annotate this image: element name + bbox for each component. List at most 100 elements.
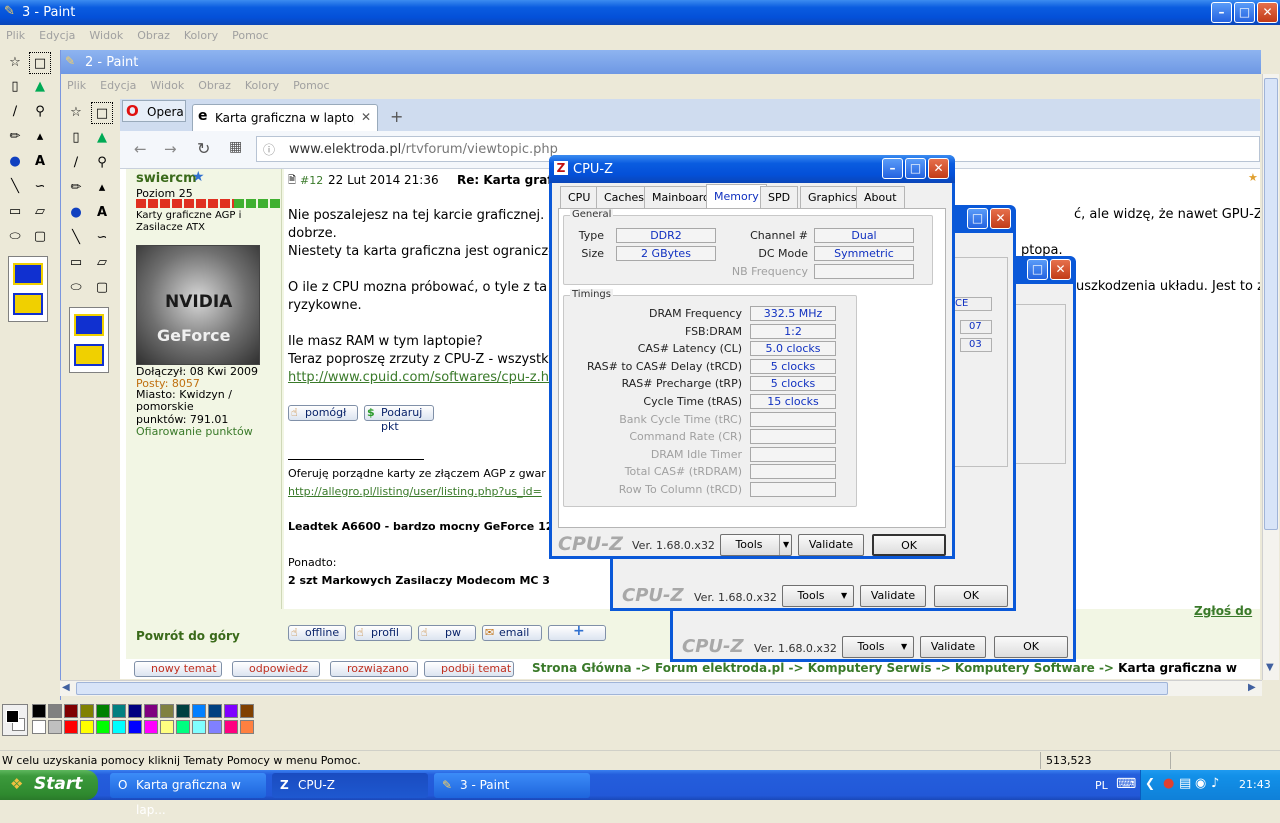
rectangle-icon[interactable]: ▭ [65,252,87,274]
scroll-left-icon[interactable]: ◀ [62,682,70,693]
scroll-down-icon[interactable]: ▼ [1266,662,1274,673]
color-swatch[interactable] [32,720,46,734]
tab-close-icon[interactable]: ✕ [361,110,371,124]
new-topic-button[interactable]: nowy temat [134,661,222,677]
tray-update-icon[interactable]: ◉ [1195,776,1206,791]
menu-obraz[interactable]: Obraz [198,79,231,92]
close-button[interactable]: ✕ [1050,259,1071,280]
color-swatch[interactable] [160,720,174,734]
menu-kolory[interactable]: Kolory [184,29,218,42]
color-swatch[interactable] [48,720,62,734]
menu-kolory[interactable]: Kolory [245,79,279,92]
ellipse-icon[interactable]: ⬭ [65,277,87,299]
tab-memory[interactable]: Memory [706,184,767,208]
free-select-icon[interactable]: ☆ [4,52,26,74]
text-icon[interactable]: A [29,151,51,173]
give-points-button[interactable]: $ Podaruj pkt [364,405,434,433]
color-swatch[interactable] [160,704,174,718]
airbrush-icon[interactable]: ● [4,151,26,173]
color-swatch[interactable] [32,704,46,718]
menu-widok[interactable]: Widok [89,29,123,42]
tab-spd[interactable]: SPD [760,186,799,208]
menu-plik[interactable]: Plik [67,79,86,92]
color-swatch[interactable] [96,720,110,734]
color-swatch[interactable] [64,704,78,718]
color-swatch[interactable] [208,720,222,734]
reload-icon[interactable]: ↻ [197,139,210,158]
ok-button[interactable]: OK [872,534,946,556]
validate-button[interactable]: Validate [798,534,864,556]
scroll-right-icon[interactable]: ▶ [1248,682,1256,693]
tab-graphics[interactable]: Graphics [800,186,865,208]
line-icon[interactable]: ╲ [4,176,26,198]
fill-icon[interactable]: ▲ [29,76,51,98]
current-colors[interactable] [2,704,28,736]
color-swatch[interactable] [144,720,158,734]
tab-cpu[interactable]: CPU [560,186,599,208]
menu-pomoc[interactable]: Pomoc [293,79,329,92]
maximize-button[interactable]: □ [905,158,926,179]
curve-icon[interactable]: ∽ [91,227,113,249]
tab-karta-graficzna[interactable]: e Karta graficzna w laptopie ✕ [192,104,378,131]
color-swatch[interactable] [96,704,110,718]
color-swatch[interactable] [176,704,190,718]
color-swatch[interactable] [128,720,142,734]
signature-link[interactable]: http://allegro.pl/listing/user/listing.p… [288,485,550,498]
ok-button[interactable]: OK [934,585,1008,607]
fill-style-panel[interactable] [69,307,109,373]
menu-pomoc[interactable]: Pomoc [232,29,268,42]
speed-dial-icon[interactable]: ▦ [229,139,242,155]
validate-button[interactable]: Validate [920,636,986,658]
color-swatch[interactable] [112,704,126,718]
text-icon[interactable]: A [91,202,113,224]
taskbar-item-browser[interactable]: O Karta graficzna w lap... [110,773,266,817]
add-friend-button[interactable]: + [548,624,606,641]
tab-about[interactable]: About [856,186,905,208]
helped-button[interactable]: ☝ pomógł [288,405,358,421]
rect-select-icon[interactable]: □ [91,102,113,124]
validate-button[interactable]: Validate [860,585,926,607]
keyboard-icon[interactable]: ⌨ [1116,776,1136,792]
color-swatch[interactable] [240,720,254,734]
color-swatch[interactable] [224,704,238,718]
menu-plik[interactable]: Plik [6,29,25,42]
offline-button[interactable]: ☝ offline [288,625,346,641]
fill-icon[interactable]: ▲ [91,127,113,149]
gift-points-link[interactable]: Ofiarowanie punktów [136,425,253,438]
color-swatch[interactable] [192,704,206,718]
rectangle-icon[interactable]: ▭ [4,201,26,223]
tools-button[interactable]: Tools ▼ [720,534,792,556]
menu-obraz[interactable]: Obraz [137,29,170,42]
color-swatch[interactable] [144,704,158,718]
color-swatch[interactable] [224,720,238,734]
color-swatch[interactable] [48,704,62,718]
airbrush-icon[interactable]: ● [65,202,87,224]
free-select-icon[interactable]: ☆ [65,102,87,124]
magnifier-icon[interactable]: ⚲ [29,101,51,123]
menu-edycja[interactable]: Edycja [100,79,136,92]
color-swatch[interactable] [176,720,190,734]
brush-icon[interactable]: ▴ [91,177,113,199]
line-icon[interactable]: ╲ [65,227,87,249]
taskbar-item-paint[interactable]: ✎ 3 - Paint [434,773,590,798]
tray-expand-icon[interactable]: ❮ [1145,776,1155,790]
rect-select-icon[interactable]: □ [29,52,51,74]
maximize-button[interactable]: □ [1234,2,1255,23]
color-swatch[interactable] [80,720,94,734]
rounded-rect-icon[interactable]: ▢ [91,277,113,299]
color-swatch[interactable] [192,720,206,734]
brush-icon[interactable]: ▴ [29,126,51,148]
minimize-button[interactable]: – [1211,2,1232,23]
tray-antivirus-icon[interactable]: ● [1163,776,1174,791]
rounded-rect-icon[interactable]: ▢ [29,226,51,248]
fill-style-panel[interactable] [8,256,48,322]
tools-button[interactable]: Tools ▼ [782,585,854,607]
close-button[interactable]: ✕ [990,208,1011,229]
picker-icon[interactable]: ∕ [4,101,26,123]
polygon-icon[interactable]: ▱ [29,201,51,223]
profile-button[interactable]: ☝ profil [354,625,412,641]
close-button[interactable]: ✕ [928,158,949,179]
tray-network-icon[interactable]: ▤ [1179,776,1191,791]
reply-button[interactable]: odpowiedz [232,661,320,677]
close-button[interactable]: ✕ [1257,2,1278,23]
